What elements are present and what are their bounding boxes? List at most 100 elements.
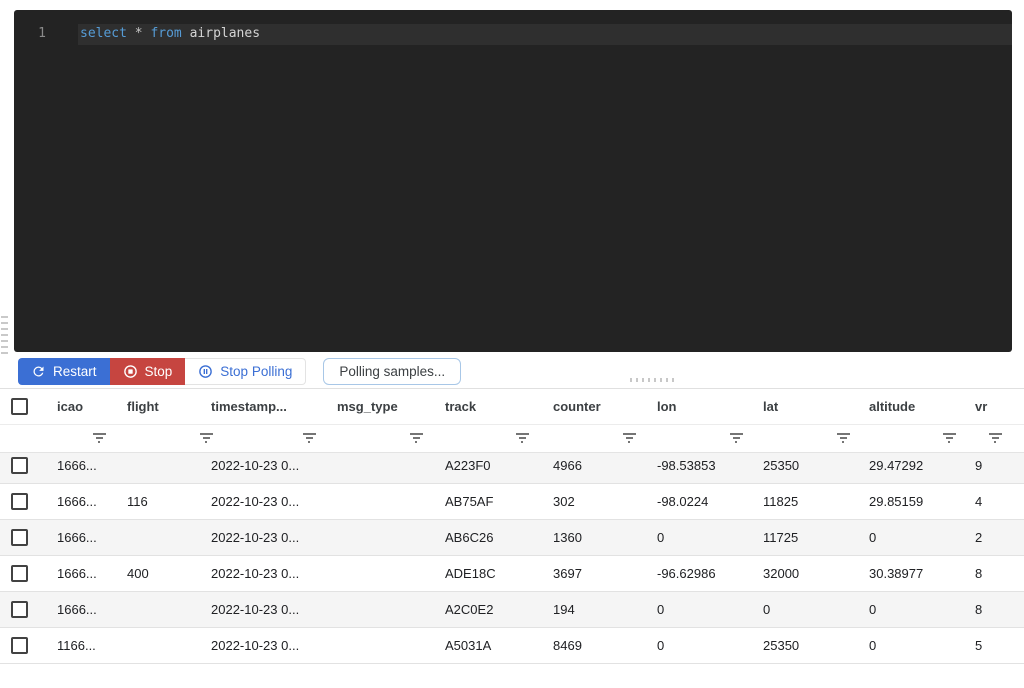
cell-track: ADE18C: [434, 566, 542, 581]
row-checkbox[interactable]: [11, 529, 28, 546]
filter-icon[interactable]: [302, 433, 316, 444]
cell-timestamp: 2022-10-23 0...: [200, 602, 326, 617]
cell-lon: 0: [646, 602, 752, 617]
cell-flight: 400: [116, 566, 200, 581]
row-checkbox[interactable]: [11, 493, 28, 510]
row-checkbox-cell: [0, 601, 46, 618]
cell-icao: 1666...: [46, 458, 116, 473]
horizontal-drag-handle[interactable]: [630, 378, 676, 382]
header-checkbox-cell: [0, 398, 46, 415]
cell-timestamp: 2022-10-23 0...: [200, 638, 326, 653]
sql-table-name: airplanes: [190, 26, 260, 41]
cell-timestamp: 2022-10-23 0...: [200, 458, 326, 473]
filter-row: [0, 425, 1024, 453]
vertical-drag-handle[interactable]: [1, 316, 8, 354]
cell-counter: 194: [542, 602, 646, 617]
row-checkbox-cell: [0, 493, 46, 510]
cell-timestamp: 2022-10-23 0...: [200, 566, 326, 581]
column-header-track[interactable]: track: [434, 399, 542, 414]
cell-lon: 0: [646, 638, 752, 653]
polling-samples-button[interactable]: Polling samples...: [323, 358, 461, 385]
sql-keyword-select: select: [80, 26, 127, 41]
column-header-flight[interactable]: flight: [116, 399, 200, 414]
cell-altitude: 0: [858, 530, 964, 545]
column-header-counter[interactable]: counter: [542, 399, 646, 414]
sql-editor[interactable]: 1 select * from airplanes: [14, 10, 1012, 352]
filter-icon[interactable]: [92, 433, 106, 444]
cell-altitude: 30.38977: [858, 566, 964, 581]
table-row: 1166...2022-10-23 0...A5031A846902535005: [0, 628, 1024, 664]
polling-samples-button-label: Polling samples...: [339, 364, 445, 379]
row-checkbox[interactable]: [11, 457, 28, 474]
cell-lon: -98.53853: [646, 458, 752, 473]
filter-icon[interactable]: [942, 433, 956, 444]
table-body: 1666... 2022-10-23 0... A223F04966-98.5385…: [0, 453, 1024, 664]
stop-polling-button[interactable]: Stop Polling: [185, 358, 306, 385]
table-row: 1666...2022-10-23 0...A2C0E21940008: [0, 592, 1024, 628]
row-checkbox-cell: [0, 457, 46, 474]
row-checkbox-cell: [0, 565, 46, 582]
pause-circle-icon: [198, 364, 213, 379]
toolbar: Restart Stop Stop Polling Polling sample…: [18, 358, 461, 385]
column-header-timestamp[interactable]: timestamp...: [200, 399, 326, 414]
cell-vr: 8: [964, 602, 1024, 617]
filter-icon[interactable]: [729, 433, 743, 444]
cell-timestamp: 2022-10-23 0...: [200, 494, 326, 509]
restart-button-label: Restart: [53, 364, 97, 379]
editor-code-line: select * from airplanes: [80, 24, 260, 44]
column-header-msg-type[interactable]: msg_type: [326, 399, 434, 414]
filter-icon[interactable]: [622, 433, 636, 444]
cell-track: A5031A: [434, 638, 542, 653]
row-checkbox[interactable]: [11, 565, 28, 582]
stop-circle-icon: [123, 364, 138, 379]
cell-counter: 4966: [542, 458, 646, 473]
table-row: 1666...2022-10-23 0...AB6C26136001172502: [0, 520, 1024, 556]
cell-altitude: 0: [858, 602, 964, 617]
cell-lat: 25350: [752, 638, 858, 653]
cell-icao: 1666...: [46, 602, 116, 617]
stop-button[interactable]: Stop: [110, 358, 186, 385]
restart-button[interactable]: Restart: [18, 358, 110, 385]
cell-altitude: 0: [858, 638, 964, 653]
row-checkbox-cell: [0, 529, 46, 546]
cell-lat: 0: [752, 602, 858, 617]
cell-vr: 2: [964, 530, 1024, 545]
cell-track: A2C0E2: [434, 602, 542, 617]
filter-icon[interactable]: [988, 433, 1002, 444]
cell-icao: 1666...: [46, 494, 116, 509]
column-header-vr[interactable]: vr: [964, 399, 1024, 414]
cell-flight: 116: [116, 494, 200, 509]
cell-counter: 1360: [542, 530, 646, 545]
row-checkbox[interactable]: [11, 637, 28, 654]
cell-altitude: 29.47292: [858, 458, 964, 473]
table-row: 1666...4002022-10-23 0...ADE18C3697-96.6…: [0, 556, 1024, 592]
filter-icon[interactable]: [199, 433, 213, 444]
filter-icon[interactable]: [515, 433, 529, 444]
select-all-checkbox[interactable]: [11, 398, 28, 415]
column-header-icao[interactable]: icao: [46, 399, 116, 414]
column-header-altitude[interactable]: altitude: [858, 399, 964, 414]
filter-icon[interactable]: [409, 433, 423, 444]
cell-lat: 11825: [752, 494, 858, 509]
cell-counter: 8469: [542, 638, 646, 653]
cell-lat: 25350: [752, 458, 858, 473]
cell-lon: -98.0224: [646, 494, 752, 509]
stop-polling-button-label: Stop Polling: [220, 364, 292, 379]
cell-track: AB75AF: [434, 494, 542, 509]
cell-track: A223F0: [434, 458, 542, 473]
filter-icon[interactable]: [836, 433, 850, 444]
column-header-lat[interactable]: lat: [752, 399, 858, 414]
cell-vr: 9: [964, 458, 1024, 473]
results-table: icaoflighttimestamp...msg_typetrackcount…: [0, 388, 1024, 688]
refresh-icon: [31, 364, 46, 379]
cell-vr: 4: [964, 494, 1024, 509]
row-checkbox[interactable]: [11, 601, 28, 618]
column-header-lon[interactable]: lon: [646, 399, 752, 414]
sql-keyword-from: from: [150, 26, 181, 41]
cell-track: AB6C26: [434, 530, 542, 545]
table-header-row: icaoflighttimestamp...msg_typetrackcount…: [0, 389, 1024, 425]
cell-altitude: 29.85159: [858, 494, 964, 509]
cell-icao: 1666...: [46, 530, 116, 545]
cell-icao: 1166...: [46, 638, 116, 653]
table-row: 1666...1162022-10-23 0...AB75AF302-98.02…: [0, 484, 1024, 520]
